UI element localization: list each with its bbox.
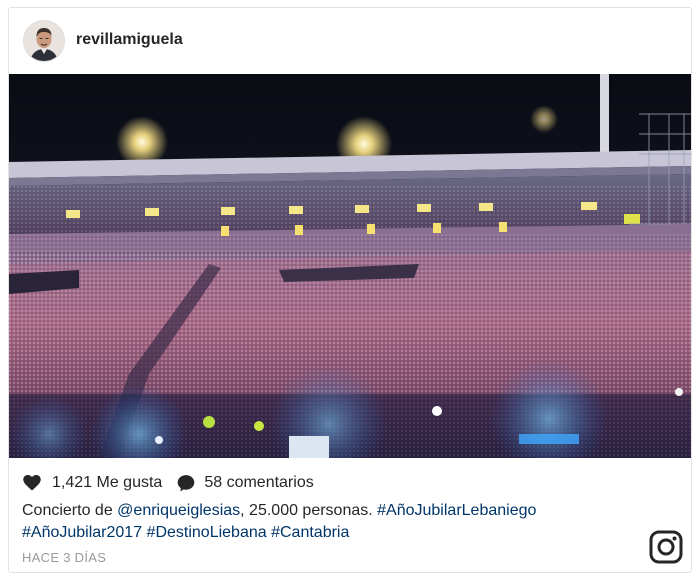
post-photo[interactable]: [9, 74, 691, 458]
hashtag-link[interactable]: #AñoJubilar2017: [22, 524, 142, 541]
post-caption: Concierto de @enriqueiglesias, 25.000 pe…: [22, 500, 682, 544]
caption-text: , 25.000 personas.: [240, 502, 378, 519]
hashtag-link[interactable]: #AñoJubilarLebaniego: [377, 502, 536, 519]
comment-icon[interactable]: [176, 473, 196, 493]
heart-icon[interactable]: [22, 473, 42, 493]
caption-mention-link[interactable]: @enriqueiglesias: [117, 502, 240, 519]
avatar[interactable]: [23, 20, 65, 62]
likes-number: 1,421: [52, 474, 93, 491]
instagram-post-card: revillamiguela 1,421 Me gusta 58 comenta…: [8, 7, 692, 573]
post-header: revillamiguela: [9, 8, 691, 74]
hashtag-link[interactable]: #DestinoLiebana: [147, 524, 267, 541]
post-actions: 1,421 Me gusta 58 comentarios: [22, 471, 314, 495]
comments-count: 58 comentarios: [204, 474, 313, 492]
post-timestamp[interactable]: HACE 3 DÍAS: [22, 550, 106, 565]
comments-number: 58: [204, 474, 223, 491]
likes-count: 1,421 Me gusta: [52, 474, 162, 492]
likes-label: Me gusta: [96, 474, 163, 491]
comments-label: comentarios: [226, 474, 314, 491]
post-username[interactable]: revillamiguela: [76, 31, 183, 49]
caption-text: Concierto de: [22, 502, 118, 519]
instagram-icon[interactable]: [649, 530, 683, 564]
hashtag-link[interactable]: #Cantabria: [271, 524, 349, 541]
